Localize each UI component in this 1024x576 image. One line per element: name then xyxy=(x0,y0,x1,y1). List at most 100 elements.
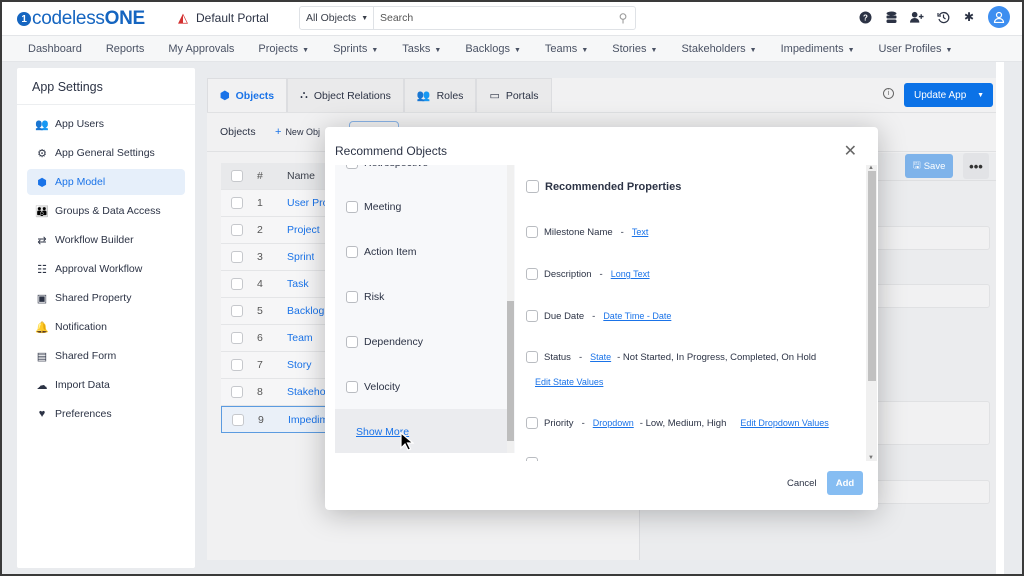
nav-item-user-profiles[interactable]: User Profiles ▼ xyxy=(879,43,953,55)
search-icon[interactable]: ⚲ xyxy=(611,11,635,25)
object-name-link[interactable]: Story xyxy=(287,359,312,371)
recommended-object-item[interactable]: Risk xyxy=(346,291,384,303)
row-checkbox[interactable] xyxy=(231,386,243,398)
nav-item-backlogs[interactable]: Backlogs ▼ xyxy=(465,43,521,55)
object-checkbox[interactable] xyxy=(346,246,358,258)
nav-item-sprints[interactable]: Sprints ▼ xyxy=(333,43,378,55)
sidebar-item-app-users[interactable]: 👥 App Users xyxy=(27,111,185,137)
nav-item-stakeholders[interactable]: Stakeholders ▼ xyxy=(681,43,756,55)
object-name-link[interactable]: Backlog xyxy=(287,305,324,317)
row-checkbox[interactable] xyxy=(231,251,243,263)
nav-item-tasks[interactable]: Tasks ▼ xyxy=(402,43,441,55)
sidebar-item-shared-property[interactable]: ▣ Shared Property xyxy=(27,285,185,311)
info-icon[interactable]: i xyxy=(883,88,894,99)
close-icon[interactable]: ✕ xyxy=(844,141,857,161)
more-options-button[interactable]: ••• xyxy=(963,153,989,179)
search-scope-dropdown[interactable]: All Objects ▼ xyxy=(300,7,374,29)
sidebar-item-app-model[interactable]: ⬢ App Model xyxy=(27,169,185,195)
help-icon[interactable]: ? xyxy=(858,10,872,24)
table-row[interactable]: 1 User Pro xyxy=(221,190,331,217)
sidebar-item-approval-workflow[interactable]: ☷ Approval Workflow xyxy=(27,256,185,282)
tab-roles[interactable]: 👥 Roles xyxy=(403,78,477,112)
edit-values-link[interactable]: Edit State Values xyxy=(535,377,603,387)
nav-item-impediments[interactable]: Impediments ▼ xyxy=(781,43,855,55)
property-type-link[interactable]: Text xyxy=(632,227,649,237)
scrollbar-thumb[interactable] xyxy=(507,301,514,441)
nav-item-stories[interactable]: Stories ▼ xyxy=(612,43,657,55)
database-icon[interactable] xyxy=(884,10,898,24)
save-button[interactable]: 🖫 Save xyxy=(905,154,953,178)
property-type-link[interactable]: State xyxy=(590,352,611,362)
nav-item-my-approvals[interactable]: My Approvals xyxy=(168,43,234,55)
object-name-link[interactable]: Impedim xyxy=(288,414,328,426)
column-header-name[interactable]: Name xyxy=(287,170,315,182)
sidebar-item-workflow-builder[interactable]: ⇄ Workflow Builder xyxy=(27,227,185,253)
table-row[interactable]: 8 Stakeho xyxy=(221,379,331,406)
table-row[interactable]: 2 Project xyxy=(221,217,331,244)
row-checkbox[interactable] xyxy=(231,332,243,344)
property-checkbox[interactable] xyxy=(526,226,538,238)
table-row[interactable]: 3 Sprint xyxy=(221,244,331,271)
object-name-link[interactable]: Project xyxy=(287,224,320,236)
recommended-object-item[interactable]: Velocity xyxy=(346,381,400,393)
row-checkbox[interactable] xyxy=(232,413,244,426)
cancel-button[interactable]: Cancel xyxy=(787,478,817,489)
object-name-link[interactable]: Stakeho xyxy=(287,386,326,398)
recommended-object-item[interactable]: Dependency xyxy=(346,336,423,348)
app-logo[interactable]: 1 codeless ONE xyxy=(17,8,145,30)
objects-scrollbar[interactable] xyxy=(507,165,514,453)
property-type-link[interactable]: Date Time - Date xyxy=(603,311,671,321)
property-checkbox[interactable] xyxy=(526,268,538,280)
recommended-object-item[interactable]: Retrospective xyxy=(346,165,428,169)
object-checkbox[interactable] xyxy=(346,381,358,393)
sidebar-item-app-general-settings[interactable]: ⚙ App General Settings xyxy=(27,140,185,166)
search-input[interactable] xyxy=(374,7,611,29)
table-row[interactable]: 5 Backlog xyxy=(221,298,331,325)
object-name-link[interactable]: User Pro xyxy=(287,197,328,209)
table-row[interactable]: 9 Impedim xyxy=(221,406,331,433)
add-user-icon[interactable] xyxy=(910,10,924,24)
property-checkbox[interactable] xyxy=(526,417,538,429)
sidebar-item-groups-data-access[interactable]: 👪 Groups & Data Access xyxy=(27,198,185,224)
scrollbar-thumb[interactable] xyxy=(868,171,876,381)
gear-icon[interactable]: ✱ xyxy=(962,10,976,24)
nav-item-projects[interactable]: Projects ▼ xyxy=(258,43,309,55)
object-name-link[interactable]: Task xyxy=(287,278,309,290)
property-checkbox[interactable] xyxy=(526,351,538,363)
tab-portals[interactable]: ▭ Portals xyxy=(476,78,552,112)
row-checkbox[interactable] xyxy=(231,224,243,236)
property-type-link[interactable]: Dropdown xyxy=(593,418,634,428)
select-all-checkbox[interactable] xyxy=(231,170,243,182)
row-checkbox[interactable] xyxy=(231,278,243,290)
object-checkbox[interactable] xyxy=(346,336,358,348)
edit-values-link[interactable]: Edit Dropdown Values xyxy=(740,418,828,428)
sidebar-item-notification[interactable]: 🔔 Notification xyxy=(27,314,185,340)
tab-objects[interactable]: ⬢ Objects xyxy=(207,78,288,112)
sidebar-item-preferences[interactable]: ♥ Preferences xyxy=(27,401,185,427)
recommended-object-item[interactable]: Meeting xyxy=(346,201,401,213)
select-all-properties-checkbox[interactable] xyxy=(526,180,539,193)
nav-item-dashboard[interactable]: Dashboard xyxy=(28,43,82,55)
user-avatar-icon[interactable] xyxy=(988,6,1010,28)
portal-selector[interactable]: ◭ Default Portal xyxy=(178,10,269,26)
history-icon[interactable] xyxy=(936,10,950,24)
sidebar-item-shared-form[interactable]: ▤ Shared Form xyxy=(27,343,185,369)
recommended-object-item[interactable]: Action Item xyxy=(346,246,417,258)
scroll-down-icon[interactable]: ▼ xyxy=(868,455,874,461)
object-name-link[interactable]: Team xyxy=(287,332,313,344)
table-row[interactable]: 6 Team xyxy=(221,325,331,352)
property-checkbox[interactable] xyxy=(526,310,538,322)
chevron-down-icon[interactable]: ▼ xyxy=(977,92,984,99)
add-button[interactable]: Add xyxy=(827,471,863,495)
property-type-link[interactable]: Long Text xyxy=(611,269,650,279)
property-checkbox[interactable] xyxy=(526,457,538,461)
update-app-button[interactable]: Update App ▼ xyxy=(904,83,993,107)
tab-object-relations[interactable]: ⛬ Object Relations xyxy=(287,78,404,112)
row-checkbox[interactable] xyxy=(231,305,243,317)
nav-item-reports[interactable]: Reports xyxy=(106,43,145,55)
table-row[interactable]: 7 Story xyxy=(221,352,331,379)
nav-item-teams[interactable]: Teams ▼ xyxy=(545,43,588,55)
object-checkbox[interactable] xyxy=(346,165,358,169)
sidebar-item-import-data[interactable]: ☁ Import Data xyxy=(27,372,185,398)
row-checkbox[interactable] xyxy=(231,197,243,209)
